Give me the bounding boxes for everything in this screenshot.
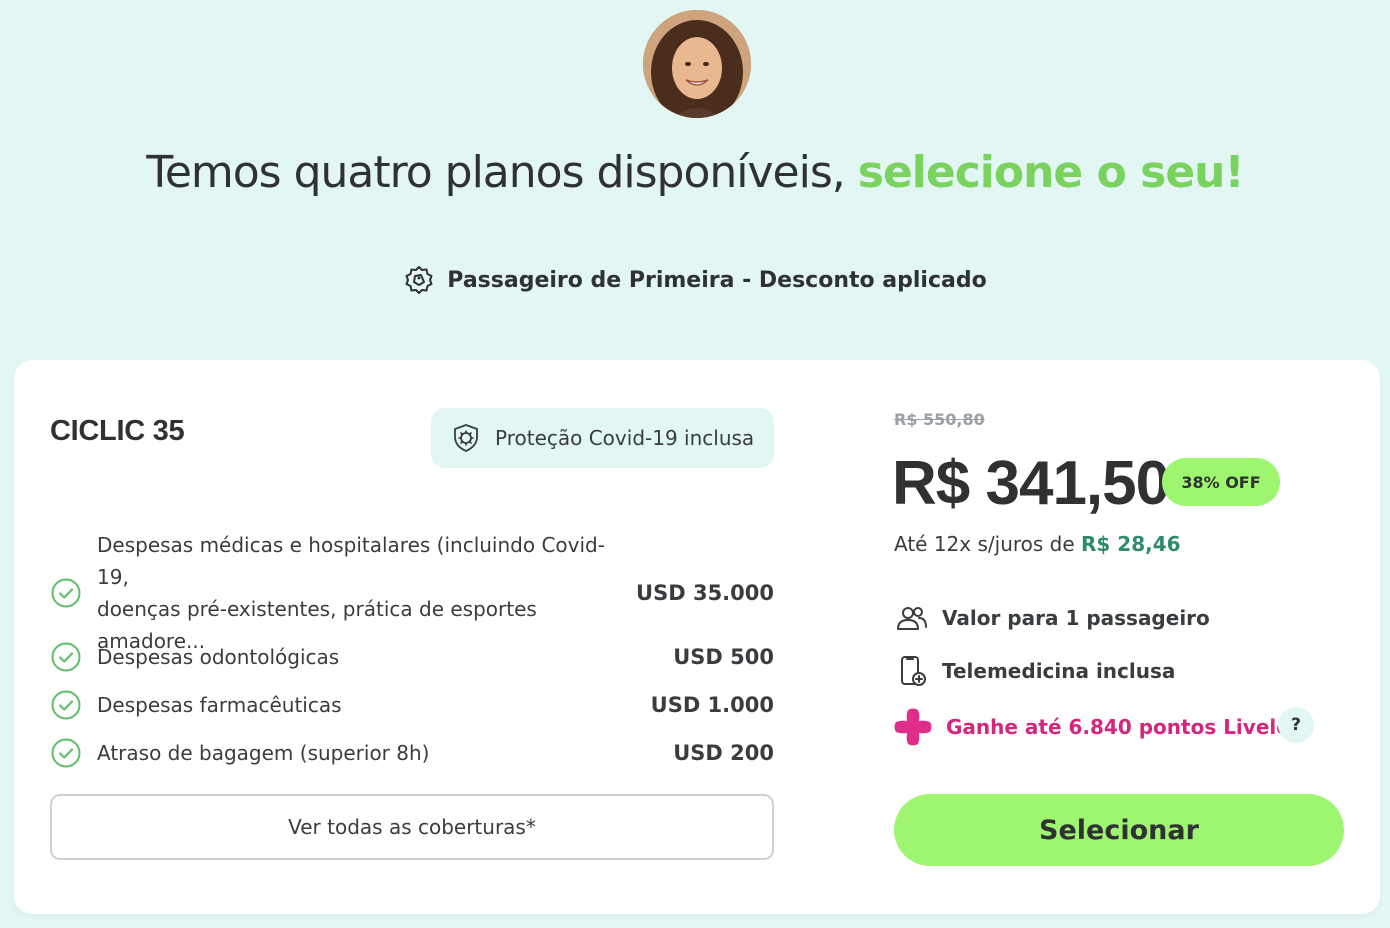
avatar bbox=[643, 10, 751, 118]
feature-telemedicine-label: Telemedicina inclusa bbox=[942, 659, 1176, 683]
discount-notice: Passageiro de Primeira - Desconto aplica… bbox=[0, 264, 1390, 296]
livelo-plus-icon bbox=[892, 706, 934, 748]
coverage-row: Despesas médicas e hospitalares (incluin… bbox=[50, 533, 774, 653]
coverage-row: Despesas farmacêuticas USD 1.000 bbox=[50, 689, 774, 721]
page-title-main: Temos quatro planos disponíveis, bbox=[146, 147, 858, 198]
discount-label: Passageiro de Primeira - Desconto aplica… bbox=[447, 267, 987, 293]
price: R$ 341,50 bbox=[892, 449, 1170, 518]
old-price: R$ 550,80 bbox=[894, 410, 985, 429]
coverage-value: USD 1.000 bbox=[650, 693, 774, 717]
avatar-image bbox=[643, 10, 751, 118]
coverage-list: Despesas médicas e hospitalares (incluin… bbox=[50, 533, 774, 769]
plan-card: CICLIC 35 Proteção Covid-19 inclusa Desp… bbox=[14, 360, 1380, 914]
installments-text: Até 12x s/juros de R$ 28,46 bbox=[894, 532, 1181, 556]
installments-amount: R$ 28,46 bbox=[1081, 532, 1181, 556]
coverage-label: Despesas médicas e hospitalares (incluin… bbox=[97, 529, 636, 657]
feature-livelo-label: Ganhe até 6.840 pontos Livelo bbox=[946, 715, 1290, 739]
check-circle-icon bbox=[50, 641, 82, 673]
see-all-coverages-button[interactable]: Ver todas as coberturas* bbox=[50, 794, 774, 860]
coverage-value: USD 500 bbox=[673, 645, 774, 669]
installments-prefix: Até 12x s/juros de bbox=[894, 532, 1082, 556]
check-circle-icon bbox=[50, 689, 82, 721]
coverage-row: Atraso de bagagem (superior 8h) USD 200 bbox=[50, 737, 774, 769]
select-plan-button[interactable]: Selecionar bbox=[894, 794, 1344, 866]
coverage-label-line1: Despesas médicas e hospitalares (incluin… bbox=[97, 532, 605, 589]
covid-badge-label: Proteção Covid-19 inclusa bbox=[495, 426, 755, 450]
coverage-row: Despesas odontológicas USD 500 bbox=[50, 641, 774, 673]
feature-passengers: Valor para 1 passageiro bbox=[894, 600, 1210, 636]
discount-badge: 38% OFF bbox=[1162, 458, 1280, 506]
feature-livelo-points: Ganhe até 6.840 pontos Livelo bbox=[894, 706, 1290, 748]
plan-name: CICLIC 35 bbox=[50, 415, 185, 447]
feature-passengers-label: Valor para 1 passageiro bbox=[942, 606, 1210, 630]
help-button[interactable]: ? bbox=[1278, 707, 1314, 743]
users-icon bbox=[894, 600, 930, 636]
virus-shield-icon bbox=[451, 423, 481, 453]
tag-badge-icon bbox=[403, 264, 435, 296]
check-circle-icon bbox=[50, 737, 82, 769]
check-circle-icon bbox=[50, 577, 82, 609]
coverage-value: USD 200 bbox=[673, 741, 774, 765]
page: Temos quatro planos disponíveis, selecio… bbox=[0, 0, 1390, 928]
covid-badge: Proteção Covid-19 inclusa bbox=[431, 408, 774, 468]
coverage-label: Despesas odontológicas bbox=[97, 645, 340, 669]
page-title: Temos quatro planos disponíveis, selecio… bbox=[0, 147, 1390, 198]
coverage-value: USD 35.000 bbox=[636, 580, 774, 605]
feature-telemedicine: Telemedicina inclusa bbox=[894, 653, 1175, 689]
coverage-label: Atraso de bagagem (superior 8h) bbox=[97, 741, 430, 765]
coverage-label: Despesas farmacêuticas bbox=[97, 693, 342, 717]
page-title-accent: selecione o seu! bbox=[857, 147, 1245, 198]
phone-plus-icon bbox=[894, 653, 930, 689]
